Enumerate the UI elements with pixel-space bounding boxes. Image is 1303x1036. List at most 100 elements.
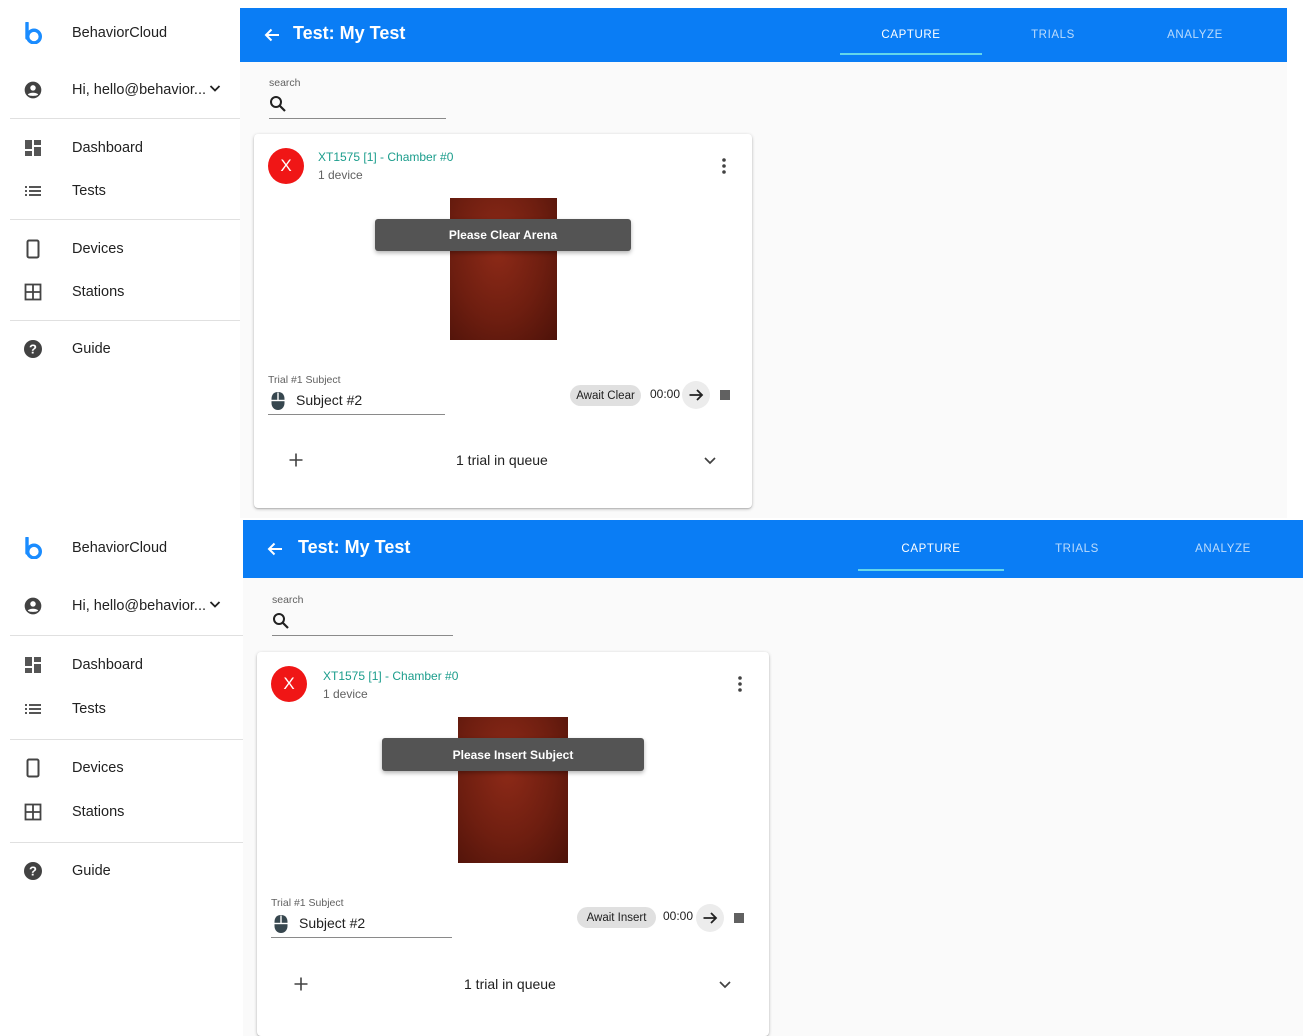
search-icon [269, 95, 287, 118]
more-vert-icon[interactable] [712, 154, 736, 178]
app-bar: Test: My Test CAPTURE TRIALS ANALYZE [240, 8, 1287, 62]
app-bar: Test: My Test CAPTURE TRIALS ANALYZE [243, 520, 1303, 578]
sidebar-item-stations[interactable]: Stations [0, 792, 240, 832]
tab-trials[interactable]: TRIALS [1004, 520, 1150, 578]
chevron-down-icon[interactable] [208, 597, 222, 616]
search-field [272, 609, 453, 636]
search-field [269, 92, 446, 119]
phone-icon [22, 238, 44, 260]
sidebar-divider [10, 118, 240, 119]
help-circle-icon: ? [22, 860, 44, 882]
back-arrow-icon[interactable] [262, 25, 282, 45]
sidebar-item-label: Guide [72, 863, 111, 879]
svg-text:?: ? [29, 864, 37, 879]
chamber-card: X XT1575 [1] - Chamber #0 1 device Pleas… [257, 652, 769, 1036]
search-input[interactable] [295, 94, 440, 116]
queue-count: 1 trial in queue [464, 976, 556, 992]
list-icon [22, 698, 44, 720]
next-step-button[interactable] [696, 904, 724, 932]
sidebar-item-tests[interactable]: Tests [0, 689, 240, 729]
sidebar-divider [10, 320, 240, 321]
add-trial-icon[interactable] [288, 452, 304, 468]
queue-count: 1 trial in queue [456, 452, 548, 468]
back-arrow-icon[interactable] [265, 539, 285, 559]
sidebar-divider [10, 219, 240, 220]
sidebar-item-devices[interactable]: Devices [0, 229, 240, 269]
subject-select[interactable]: Subject #2 [271, 911, 452, 938]
search-icon [272, 612, 290, 635]
device-count: 1 device [318, 168, 363, 182]
svg-text:?: ? [29, 342, 37, 357]
subject-label: Trial #1 Subject [271, 897, 344, 909]
search-label: search [272, 594, 304, 606]
sidebar-item-dashboard[interactable]: Dashboard [0, 128, 240, 168]
screenshot-await-insert: BehaviorCloud Hi, hello@behavior... Dash… [0, 518, 1303, 1036]
sidebar-divider [10, 842, 243, 843]
brand-row[interactable]: BehaviorCloud [0, 13, 240, 53]
sidebar-item-stations[interactable]: Stations [0, 272, 240, 312]
brand-name: BehaviorCloud [72, 25, 168, 41]
account-menu[interactable]: Hi, hello@behavior... [0, 70, 240, 110]
sidebar-item-tests[interactable]: Tests [0, 171, 240, 211]
status-avatar: X [268, 148, 304, 184]
behaviorcloud-logo-icon [22, 22, 44, 44]
device-count: 1 device [323, 687, 368, 701]
list-icon [22, 180, 44, 202]
page-title: Test: My Test [298, 537, 411, 557]
stop-button[interactable] [734, 913, 744, 923]
sidebar-item-label: Devices [72, 241, 124, 257]
sidebar-item-label: Dashboard [72, 657, 143, 673]
trial-timer: 00:00 [650, 387, 681, 401]
chamber-card: X XT1575 [1] - Chamber #0 1 device Pleas… [254, 134, 752, 508]
sidebar-item-guide[interactable]: ? Guide [0, 329, 240, 369]
sidebar-item-label: Tests [72, 183, 106, 199]
sidebar-item-guide[interactable]: ? Guide [0, 851, 240, 891]
search-input[interactable] [298, 611, 443, 633]
tab-trials[interactable]: TRIALS [982, 8, 1124, 62]
account-menu[interactable]: Hi, hello@behavior... [0, 586, 240, 626]
subject-value: Subject #2 [299, 915, 366, 931]
tab-capture[interactable]: CAPTURE [840, 8, 982, 62]
tab-analyze[interactable]: ANALYZE [1150, 520, 1296, 578]
sidebar-item-label: Dashboard [72, 140, 143, 156]
chamber-title[interactable]: XT1575 [1] - Chamber #0 [323, 669, 458, 683]
more-vert-icon[interactable] [728, 672, 752, 696]
chevron-down-icon[interactable] [208, 81, 222, 100]
account-circle-icon [22, 595, 44, 617]
mouse-icon [273, 914, 289, 939]
main-content: Test: My Test CAPTURE TRIALS ANALYZE sea… [243, 520, 1303, 1036]
screenshot-await-clear: BehaviorCloud Hi, hello@behavior... Dash… [0, 0, 1303, 518]
chevron-down-icon[interactable] [717, 976, 733, 997]
instruction-overlay: Please Clear Arena [375, 219, 631, 251]
search-label: search [269, 77, 301, 89]
dashboard-icon [22, 654, 44, 676]
status-badge: Await Clear [570, 385, 641, 406]
sidebar: BehaviorCloud Hi, hello@behavior... Dash… [0, 0, 240, 518]
chevron-down-icon[interactable] [702, 452, 718, 473]
tab-capture[interactable]: CAPTURE [858, 520, 1004, 578]
sidebar-item-dashboard[interactable]: Dashboard [0, 645, 240, 685]
help-circle-icon: ? [22, 338, 44, 360]
sidebar-item-devices[interactable]: Devices [0, 748, 240, 788]
trial-timer: 00:00 [663, 909, 694, 923]
sidebar-divider [10, 739, 243, 740]
phone-icon [22, 757, 44, 779]
sidebar-item-label: Devices [72, 760, 124, 776]
brand-name: BehaviorCloud [72, 540, 168, 556]
next-step-button[interactable] [682, 381, 710, 409]
subject-select[interactable]: Subject #2 [268, 388, 445, 415]
chamber-title[interactable]: XT1575 [1] - Chamber #0 [318, 150, 453, 164]
sidebar-divider [10, 635, 243, 636]
sidebar-item-label: Stations [72, 284, 125, 300]
stop-button[interactable] [720, 390, 730, 400]
mouse-icon [270, 391, 286, 416]
instruction-overlay: Please Insert Subject [382, 738, 644, 771]
grid-icon [22, 281, 44, 303]
page-title: Test: My Test [293, 23, 406, 43]
brand-row[interactable]: BehaviorCloud [0, 528, 240, 568]
user-greeting: Hi, hello@behavior... [72, 82, 207, 98]
user-greeting: Hi, hello@behavior... [72, 598, 207, 614]
add-trial-icon[interactable] [293, 976, 309, 992]
behaviorcloud-logo-icon [22, 537, 44, 559]
tab-analyze[interactable]: ANALYZE [1124, 8, 1266, 62]
